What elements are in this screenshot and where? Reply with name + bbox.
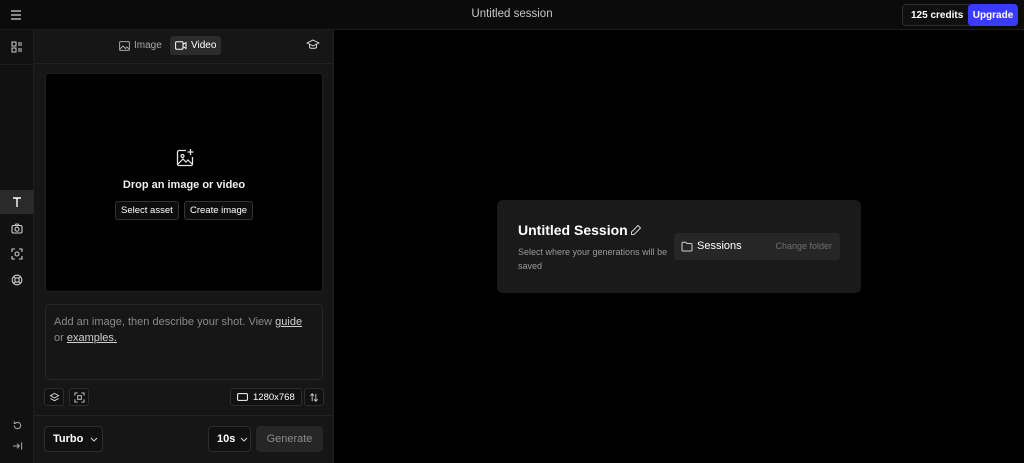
folder-name: Sessions: [697, 240, 742, 252]
dropzone-title: Drop an image or video: [122, 179, 246, 191]
resolution-label: 1280x768: [253, 391, 295, 403]
session-card-description: Select where your generations will be sa…: [518, 247, 668, 271]
create-image-button[interactable]: Create image: [184, 201, 254, 220]
layers-button[interactable]: [44, 388, 64, 406]
tab-image-label: Image: [134, 40, 162, 51]
aspect-ratio-icon: [237, 393, 248, 401]
pencil-icon[interactable]: [630, 224, 642, 236]
top-bar: Untitled session 125 credits Upgrade: [0, 0, 1024, 30]
duration-select[interactable]: 10s: [208, 426, 251, 452]
tool-rail: [0, 30, 34, 463]
model-select[interactable]: Turbo: [44, 426, 103, 452]
generate-button[interactable]: Generate: [256, 426, 323, 452]
session-title[interactable]: Untitled session: [0, 8, 1024, 20]
change-folder-link[interactable]: Change folder: [775, 241, 832, 251]
rail-divider: [0, 64, 34, 65]
prompt-placeholder-start: Add an image, then describe your shot. V…: [54, 316, 276, 328]
prompt-placeholder-middle: or: [54, 332, 67, 344]
chevron-down-icon: [90, 437, 98, 442]
scan-face-icon[interactable]: [0, 242, 34, 266]
folder-picker[interactable]: Sessions Change folder: [674, 233, 840, 260]
control-panel: Image Video Drop an image or video Selec…: [34, 30, 334, 463]
media-dropzone[interactable]: Drop an image or video Select asset Crea…: [45, 73, 323, 292]
credits-badge[interactable]: 125 credits: [902, 4, 973, 26]
video-icon: [175, 41, 187, 50]
upgrade-button[interactable]: Upgrade: [968, 4, 1018, 26]
swap-dimensions-button[interactable]: [304, 388, 324, 406]
guide-link[interactable]: guide: [275, 316, 302, 328]
select-asset-button[interactable]: Select asset: [115, 201, 179, 220]
scan-button[interactable]: [69, 388, 89, 406]
mode-tabs: Image Video: [34, 30, 334, 64]
session-card: Untitled Session Select where your gener…: [497, 200, 861, 293]
tab-video[interactable]: Video: [170, 36, 222, 55]
text-icon[interactable]: [0, 190, 34, 214]
model-label: Turbo: [53, 433, 84, 445]
image-icon: [119, 40, 130, 51]
examples-link[interactable]: examples.: [67, 332, 117, 344]
layout-icon[interactable]: [0, 35, 34, 59]
prompt-input[interactable]: Add an image, then describe your shot. V…: [45, 304, 323, 380]
footer-divider: [34, 415, 334, 416]
lifebuoy-icon[interactable]: [0, 268, 34, 292]
session-card-title: Untitled Session: [518, 222, 628, 238]
resolution-button[interactable]: 1280x768: [230, 388, 302, 406]
folder-icon: [681, 241, 693, 252]
scan-icon: [73, 391, 85, 403]
tab-image[interactable]: Image: [114, 36, 167, 55]
duration-label: 10s: [217, 433, 236, 445]
add-image-icon: [175, 148, 195, 168]
tab-video-label: Video: [191, 40, 217, 51]
graduation-cap-icon[interactable]: [305, 39, 322, 55]
collapse-icon[interactable]: [0, 434, 34, 458]
layers-icon: [48, 392, 60, 401]
swap-arrows-icon: [310, 392, 318, 402]
camera-icon[interactable]: [0, 216, 34, 240]
chevron-down-icon: [240, 437, 248, 442]
